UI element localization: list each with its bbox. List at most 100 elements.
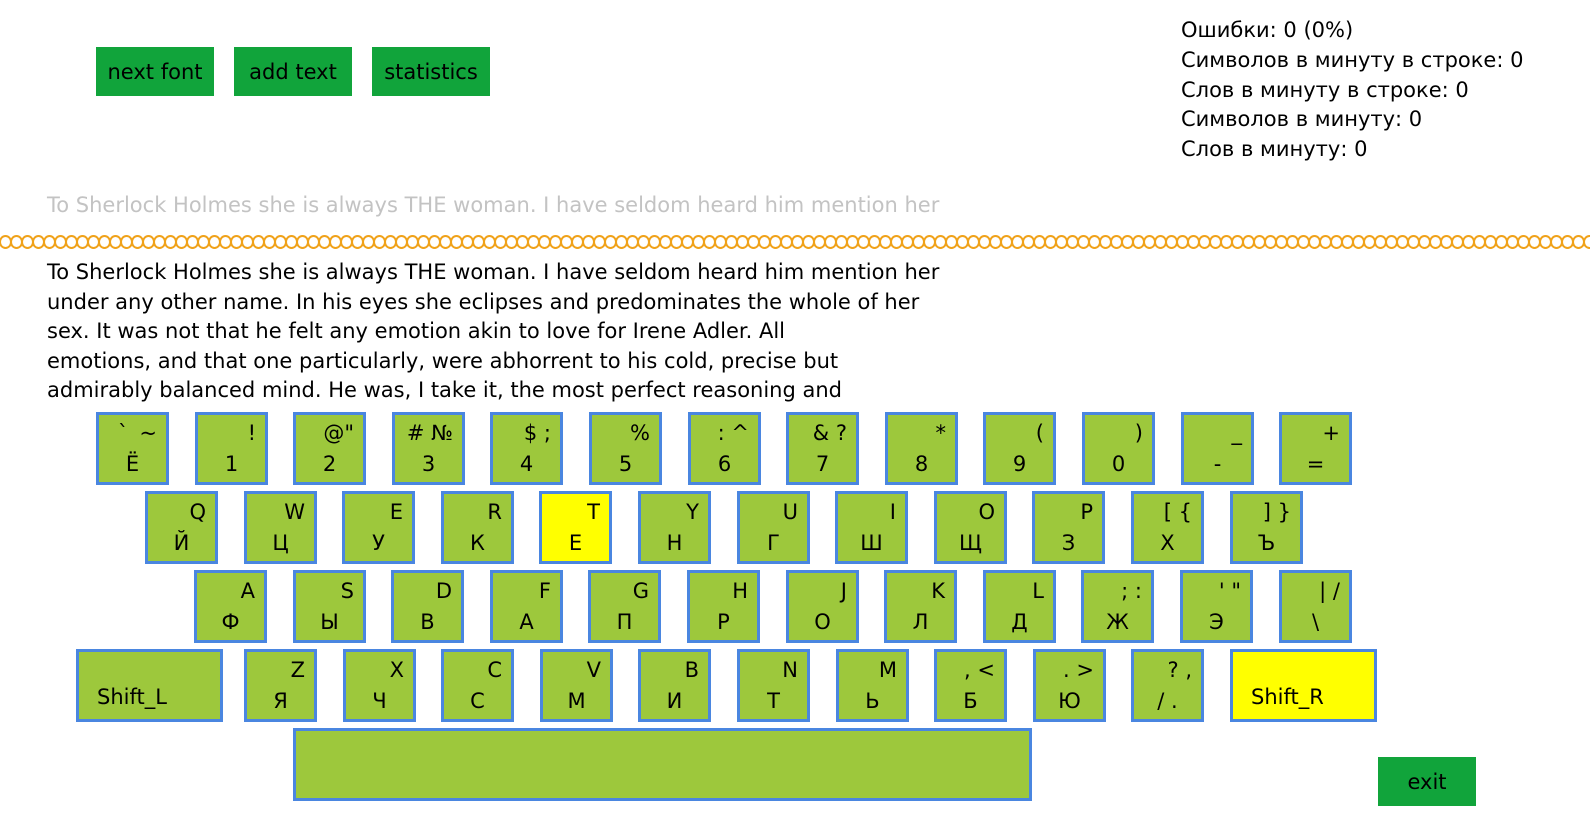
key-cyrillic-label: Ъ: [1257, 531, 1276, 555]
key-row4-9[interactable]: ? , / .: [1131, 649, 1204, 722]
key-cyrillic-label: Х: [1160, 531, 1175, 555]
key-row4-6[interactable]: MЬ: [836, 649, 909, 722]
key-row2-11[interactable]: ] } Ъ: [1230, 491, 1303, 564]
key-row2-1[interactable]: WЦ: [244, 491, 317, 564]
key-latin-label: Y: [686, 500, 699, 524]
key-latin-label: D: [435, 579, 452, 603]
next-font-button[interactable]: next font: [96, 47, 214, 96]
key-latin-label: ~: [139, 421, 157, 445]
key-row2-0[interactable]: QЙ: [145, 491, 218, 564]
key-cyrillic-label: Й: [173, 531, 190, 555]
add-text-button[interactable]: add text: [234, 47, 352, 96]
key-cyrillic-label: Ы: [320, 610, 339, 634]
key-row2-5[interactable]: YН: [638, 491, 711, 564]
key-latin-label: . >: [1063, 658, 1094, 682]
statistics-button[interactable]: statistics: [372, 47, 490, 96]
key-row4-5[interactable]: NТ: [737, 649, 810, 722]
key-row3-1[interactable]: SЫ: [293, 570, 366, 643]
key-cyrillic-label: =: [1306, 452, 1325, 476]
key-cyrillic-label: 5: [618, 452, 633, 476]
key-row3-7[interactable]: KЛ: [884, 570, 957, 643]
key-row3-5[interactable]: HР: [687, 570, 760, 643]
key-row2-8[interactable]: OЩ: [934, 491, 1007, 564]
space-bar[interactable]: [293, 728, 1032, 801]
key-row3-2[interactable]: DВ: [391, 570, 464, 643]
key-cyrillic-label: А: [519, 610, 534, 634]
key-latin-label: ? ,: [1167, 658, 1193, 682]
key-cyrillic-label: Ш: [860, 531, 883, 555]
key-row3-9[interactable]: ; : Ж: [1081, 570, 1154, 643]
key-cyrillic-label: 6: [717, 452, 732, 476]
key-cyrillic-label: Ч: [372, 689, 387, 713]
key-row1-5[interactable]: % 5: [589, 412, 662, 485]
key-row4-1[interactable]: XЧ: [343, 649, 416, 722]
key-row4-3[interactable]: VМ: [540, 649, 613, 722]
key-row1-10[interactable]: ) 0: [1082, 412, 1155, 485]
key-latin-label: , <: [964, 658, 995, 682]
key-cyrillic-label: И: [666, 689, 683, 713]
key-row1-6[interactable]: : ^ 6: [688, 412, 761, 485]
key-row3-10[interactable]: ' " Э: [1180, 570, 1253, 643]
key-row3-11[interactable]: | / \: [1279, 570, 1352, 643]
key-latin-label: L: [1032, 579, 1044, 603]
key-latin-label: X: [389, 658, 404, 682]
key-row2-10[interactable]: [ {Х: [1131, 491, 1204, 564]
key-row1-1[interactable]: ! 1: [195, 412, 268, 485]
key-row1-8[interactable]: * 8: [885, 412, 958, 485]
key-row3-0[interactable]: AФ: [194, 570, 267, 643]
errors-stat: Ошибки: 0 (0%): [1181, 18, 1354, 42]
key-row1-7[interactable]: & ? 7: [786, 412, 859, 485]
key-cyrillic-label: Н: [666, 531, 683, 555]
key-cyrillic-label: \: [1311, 610, 1320, 634]
key-cyrillic-label: З: [1061, 531, 1076, 555]
key-row2-2[interactable]: EУ: [342, 491, 415, 564]
words-per-minute-stat: Слов в минуту: 0: [1181, 137, 1368, 162]
key-latin-label: *: [935, 421, 947, 445]
key-row1-2[interactable]: @" 2: [293, 412, 366, 485]
key-cyrillic-label: 7: [815, 452, 830, 476]
key-row1-0[interactable]: ` ~ Ё: [96, 412, 169, 485]
shift-left-key[interactable]: Shift_L: [76, 649, 223, 722]
key-row3-6[interactable]: JО: [786, 570, 859, 643]
key-latin-label: P: [1080, 500, 1093, 524]
key-row2-3[interactable]: RК: [441, 491, 514, 564]
key-cyrillic-label: 9: [1012, 452, 1027, 476]
key-cyrillic-label: К: [470, 531, 485, 555]
key-row2-7[interactable]: IШ: [835, 491, 908, 564]
key-latin-label: F: [538, 579, 551, 603]
key-row2-9[interactable]: PЗ: [1032, 491, 1105, 564]
key-row1-3[interactable]: # № 3: [392, 412, 465, 485]
key-row4-4[interactable]: BИ: [638, 649, 711, 722]
key-row4-0[interactable]: ZЯ: [244, 649, 317, 722]
shift-right-key-label: Shift_R: [1251, 685, 1324, 709]
key-latin-label: _: [1231, 421, 1243, 445]
key-cyrillic-label: 3: [421, 452, 436, 476]
typing-preview-line[interactable]: To Sherlock Holmes she is always THE wom…: [47, 193, 939, 217]
key-row4-8[interactable]: . > Ю: [1033, 649, 1106, 722]
key-latin-label: W: [284, 500, 305, 524]
key-row3-4[interactable]: GП: [588, 570, 661, 643]
words-per-minute-line-stat: Слов в минуту в строке: 0: [1181, 77, 1469, 102]
shift-right-key[interactable]: Shift_R: [1230, 649, 1377, 722]
exit-button[interactable]: exit: [1378, 757, 1476, 806]
key-cyrillic-label: В: [420, 610, 435, 634]
key-cyrillic-label: Г: [767, 531, 780, 555]
key-row4-7[interactable]: , < Б: [934, 649, 1007, 722]
key-row3-8[interactable]: LД: [983, 570, 1056, 643]
key-latin-label: H: [732, 579, 748, 603]
key-latin-label: K: [931, 579, 945, 603]
key-latin-label: N: [782, 658, 798, 682]
key-latin-label: (: [1035, 421, 1044, 445]
key-cyrillic-label: М: [567, 689, 586, 713]
key-row4-2[interactable]: CС: [441, 649, 514, 722]
key-latin-label: U: [782, 500, 798, 524]
key-row1-11[interactable]: _ -: [1181, 412, 1254, 485]
text-line: under any other name. In his eyes she ec…: [47, 289, 920, 314]
key-row2-6[interactable]: UГ: [737, 491, 810, 564]
key-row3-3[interactable]: FА: [490, 570, 563, 643]
key-row2-4[interactable]: TЕ: [539, 491, 612, 564]
key-row1-12[interactable]: + =: [1279, 412, 1352, 485]
key-row1-4[interactable]: $ ; 4: [490, 412, 563, 485]
key-cyrillic-label: О: [814, 610, 831, 634]
key-row1-9[interactable]: (9: [983, 412, 1056, 485]
